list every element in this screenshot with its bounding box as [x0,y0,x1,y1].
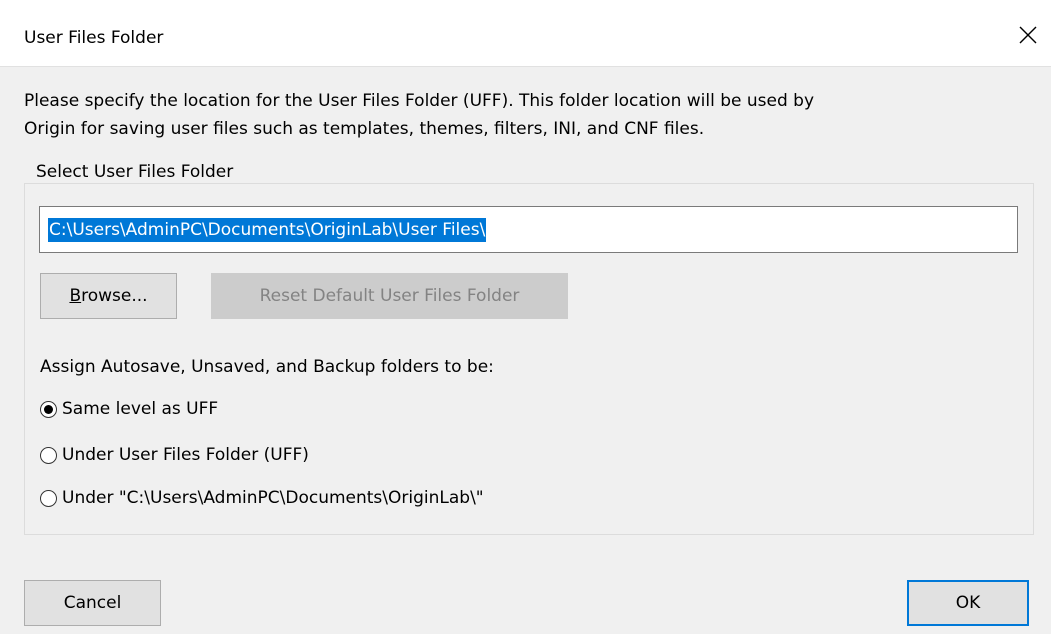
close-button[interactable] [1005,14,1051,56]
folder-path-input[interactable]: C:\Users\AdminPC\Documents\OriginLab\Use… [39,206,1018,253]
browse-mnemonic: B [69,286,82,306]
radio-button-checked[interactable] [40,400,57,418]
dialog-title: User Files Folder [24,28,164,48]
cancel-button[interactable]: Cancel [24,580,161,626]
browse-button[interactable]: Browse... [40,273,177,319]
radio-same-level[interactable]: Same level as UFF [40,399,218,419]
radio-button[interactable] [40,446,57,464]
radio-label: Under User Files Folder (UFF) [62,445,309,465]
reset-default-button[interactable]: Reset Default User Files Folder [211,273,568,319]
group-legend: Select User Files Folder [32,162,238,182]
browse-label: rowse... [81,286,148,306]
assign-folders-label: Assign Autosave, Unsaved, and Backup fol… [40,357,494,377]
description-line-2: Origin for saving user files such as tem… [24,119,705,139]
close-icon [1019,26,1037,44]
radio-label: Same level as UFF [62,399,219,419]
description-line-1: Please specify the location for the User… [24,91,815,111]
folder-path-selected-text: C:\Users\AdminPC\Documents\OriginLab\Use… [48,217,487,242]
radio-button[interactable] [40,489,57,507]
radio-under-originlab[interactable]: Under "C:\Users\AdminPC\Documents\Origin… [40,488,484,508]
radio-label: Under "C:\Users\AdminPC\Documents\Origin… [62,488,484,508]
radio-under-uff[interactable]: Under User Files Folder (UFF) [40,445,309,465]
dialog-description: Please specify the location for the User… [24,87,1024,143]
title-bar: User Files Folder [0,0,1051,67]
ok-button[interactable]: OK [907,580,1029,626]
